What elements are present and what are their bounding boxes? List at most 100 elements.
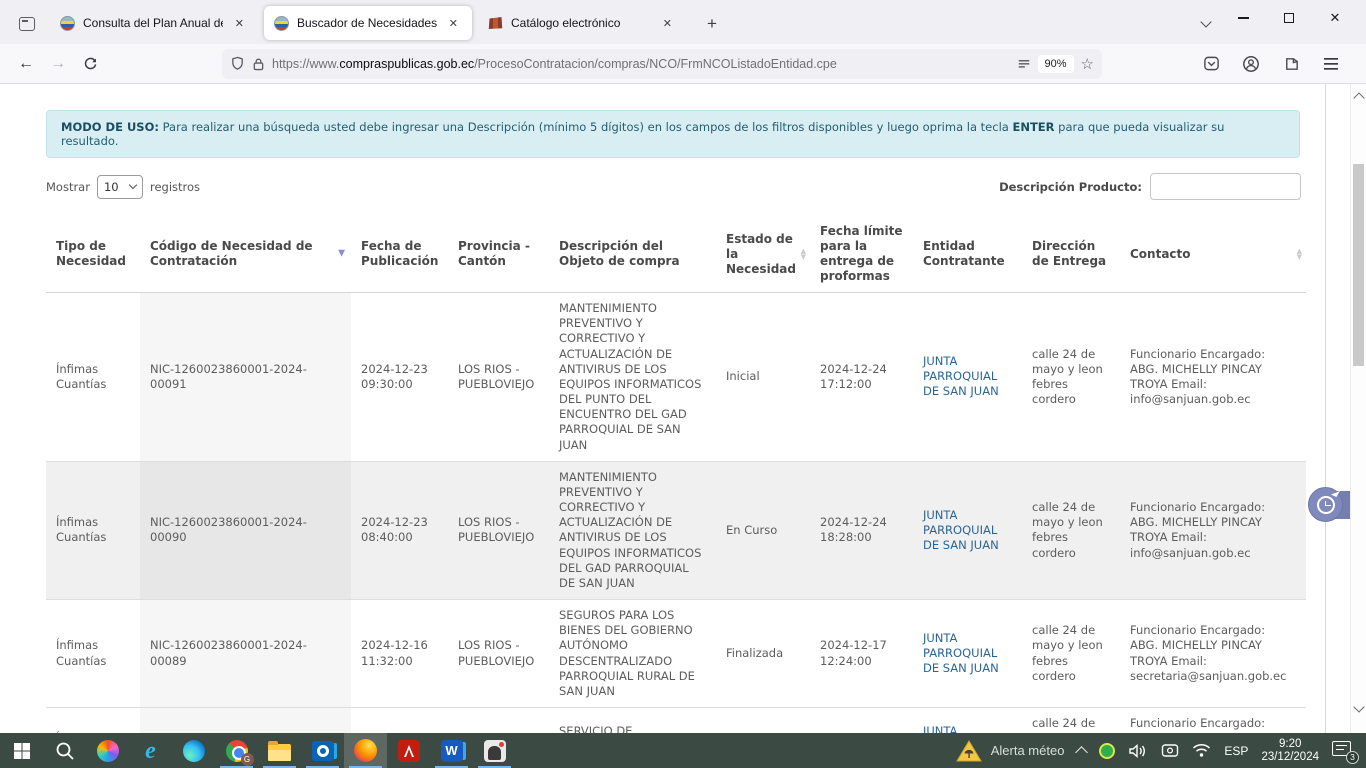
url-bar[interactable]: https://www.compraspublicas.gob.ec/Proce… [222,49,1102,79]
taskbar-misc-app-button[interactable] [473,733,516,768]
col-header-label: Código de Necesidad de Contratación [150,239,313,268]
col-header-fecha-limite[interactable]: Fecha límite para la entrega de proforma… [810,216,913,293]
scroll-down-icon[interactable] [1353,701,1364,712]
tab-close-button[interactable]: ✕ [231,15,248,32]
cell-fecha-publicacion: 2024-12-23 08:40:00 [351,461,448,599]
entity-link[interactable]: JUNTA PARROQUIAL DE SAN JUAN [923,631,999,675]
taskbar-firefox-button[interactable] [344,733,387,768]
cell-estado: Finalizada [716,600,810,708]
taskbar-copilot-button[interactable] [86,733,129,768]
page-content: MODO DE USO: Para realizar una búsqueda … [0,84,1366,733]
cell-descripcion: SERVICIO DE ORGANIZACIÓN DE EVENTO [549,708,716,733]
chevron-down-icon [129,181,137,189]
tab-close-button[interactable]: ✕ [445,15,462,32]
col-header-tipo[interactable]: Tipo de Necesidad [46,216,140,293]
col-header-estado[interactable]: Estado de la Necesidad▲▼ [716,216,810,293]
product-description-input[interactable] [1150,173,1301,200]
search-icon [55,741,75,761]
page-scrollbar[interactable] [1350,84,1366,733]
cell-direccion: calle 24 de mayo y leon febres cordero [1022,461,1120,599]
back-button[interactable]: ← [10,49,42,79]
wifi-icon[interactable] [1192,743,1211,758]
col-header-contacto[interactable]: Contacto ▲▼ [1120,216,1306,293]
firefox-view-button[interactable] [12,9,42,39]
start-button[interactable] [0,733,43,768]
cell-codigo: NIC-1260023860001-2024-00088 [140,708,351,733]
meet-now-icon[interactable] [1161,743,1179,758]
tab-buscador-necesidades[interactable]: Buscador de Necesidades de Co ✕ [264,6,472,40]
cell-provincia: LOS RIOS - PUEBLOVIEJO [448,461,549,599]
tab-close-button[interactable]: ✕ [659,15,676,32]
scroll-up-icon[interactable] [1353,92,1364,103]
action-center-button[interactable]: 3 [1332,741,1356,761]
weather-widget[interactable]: Alerta méteo [956,740,1065,762]
url-text: https://www.compraspublicas.gob.ec/Proce… [272,57,1010,71]
taskbar-ie-button[interactable]: e [129,733,172,768]
minimize-button[interactable] [1220,1,1266,35]
cell-direccion: calle 24 de mayo y leon febres cordero [1022,293,1120,462]
keyboard-language-indicator[interactable]: ESP [1224,744,1248,758]
cell-codigo: NIC-1260023860001-2024-00090 [140,461,351,599]
account-button[interactable] [1238,51,1264,77]
taskbar-clock[interactable]: 9:20 23/12/2024 [1261,738,1319,764]
col-header-direccion[interactable]: Dirección de Entrega [1022,216,1120,293]
timer-extension-button[interactable] [1308,487,1348,523]
scrollbar-thumb[interactable] [1353,164,1364,366]
pocket-button[interactable] [1198,51,1224,77]
taskbar-chrome-button[interactable]: G [215,733,258,768]
reload-button[interactable] [74,49,106,79]
taskbar-search-button[interactable] [43,733,86,768]
tab-plan-anual[interactable]: Consulta del Plan Anual de Con ✕ [50,6,258,40]
tray-expand-chevron-icon[interactable] [1076,746,1089,759]
system-tray: Alerta méteo ESP 9:20 23/12/2024 3 [956,733,1366,768]
volume-icon[interactable] [1128,743,1148,759]
col-header-descripcion[interactable]: Descripción del Objeto de compra [549,216,716,293]
reader-view-icon[interactable] [1017,57,1031,71]
sort-both-icon: ▲▼ [1297,248,1302,260]
col-header-label: Contacto [1130,247,1191,261]
col-header-entidad[interactable]: Entidad Contratante [913,216,1022,293]
tab-catalogo[interactable]: Catálogo electrónico ✕ [478,6,686,40]
col-header-fecha-publicacion[interactable]: Fecha de Publicación [351,216,448,293]
maximize-button[interactable] [1266,1,1312,35]
antivirus-tray-icon[interactable] [1099,743,1115,759]
taskbar-explorer-button[interactable] [258,733,301,768]
table-row: Ínfimas Cuantías NIC-1260023860001-2024-… [46,293,1306,462]
word-icon: W [441,740,463,762]
tab-title: Consulta del Plan Anual de Con [83,16,223,30]
extension-button[interactable] [1278,51,1304,77]
forward-button[interactable]: → [42,49,74,79]
table-row: Ínfimas Cuantías NIC-1260023860001-2024-… [46,708,1306,733]
app-menu-button[interactable] [1318,51,1344,77]
filter-label: Descripción Producto: [999,180,1142,194]
taskbar-word-button[interactable]: W [430,733,473,768]
tab-title: Catálogo electrónico [511,16,651,30]
hamburger-menu-icon [1323,57,1339,71]
lock-icon[interactable] [252,57,265,71]
entity-link[interactable]: JUNTA PARROQUIAL DE SAN JUAN [923,508,999,552]
col-header-provincia[interactable]: Provincia - Cantón [448,216,549,293]
taskbar-acrobat-button[interactable] [387,733,430,768]
taskbar-edge-button[interactable] [172,733,215,768]
cell-fecha-limite: 2024-12-24 17:12:00 [810,293,913,462]
col-header-codigo[interactable]: Código de Necesidad de Contratación▼ [140,216,351,293]
shield-permissions-icon[interactable] [230,56,245,71]
outlook-icon [312,741,334,761]
cell-provincia: LOS RIOS - PUEBLOVIEJO [448,293,549,462]
list-all-tabs-button[interactable] [1192,10,1220,38]
bookmark-star-icon[interactable]: ☆ [1081,55,1094,73]
page-size-select[interactable]: 10 [97,175,143,199]
taskbar-outlook-button[interactable] [301,733,344,768]
zoom-level-button[interactable]: 90% [1038,55,1074,73]
cell-fecha-publicacion: 2024-12-16 11:32:00 [351,600,448,708]
cell-fecha-limite: 2024-12-17 12:24:00 [810,600,913,708]
clock-date: 23/12/2024 [1261,751,1319,764]
entity-link[interactable]: JUNTA PARROQUIAL DE SAN JUAN [923,354,999,398]
entity-link[interactable]: JUNTA PARROQUIAL DE SAN JUAN [923,724,999,733]
new-tab-button[interactable]: + [698,10,726,38]
catalogo-favicon-icon [488,16,503,31]
cell-tipo: Ínfimas Cuantías [46,461,140,599]
close-icon: ✕ [1330,10,1341,26]
reload-icon [83,56,98,71]
close-window-button[interactable]: ✕ [1312,1,1358,35]
